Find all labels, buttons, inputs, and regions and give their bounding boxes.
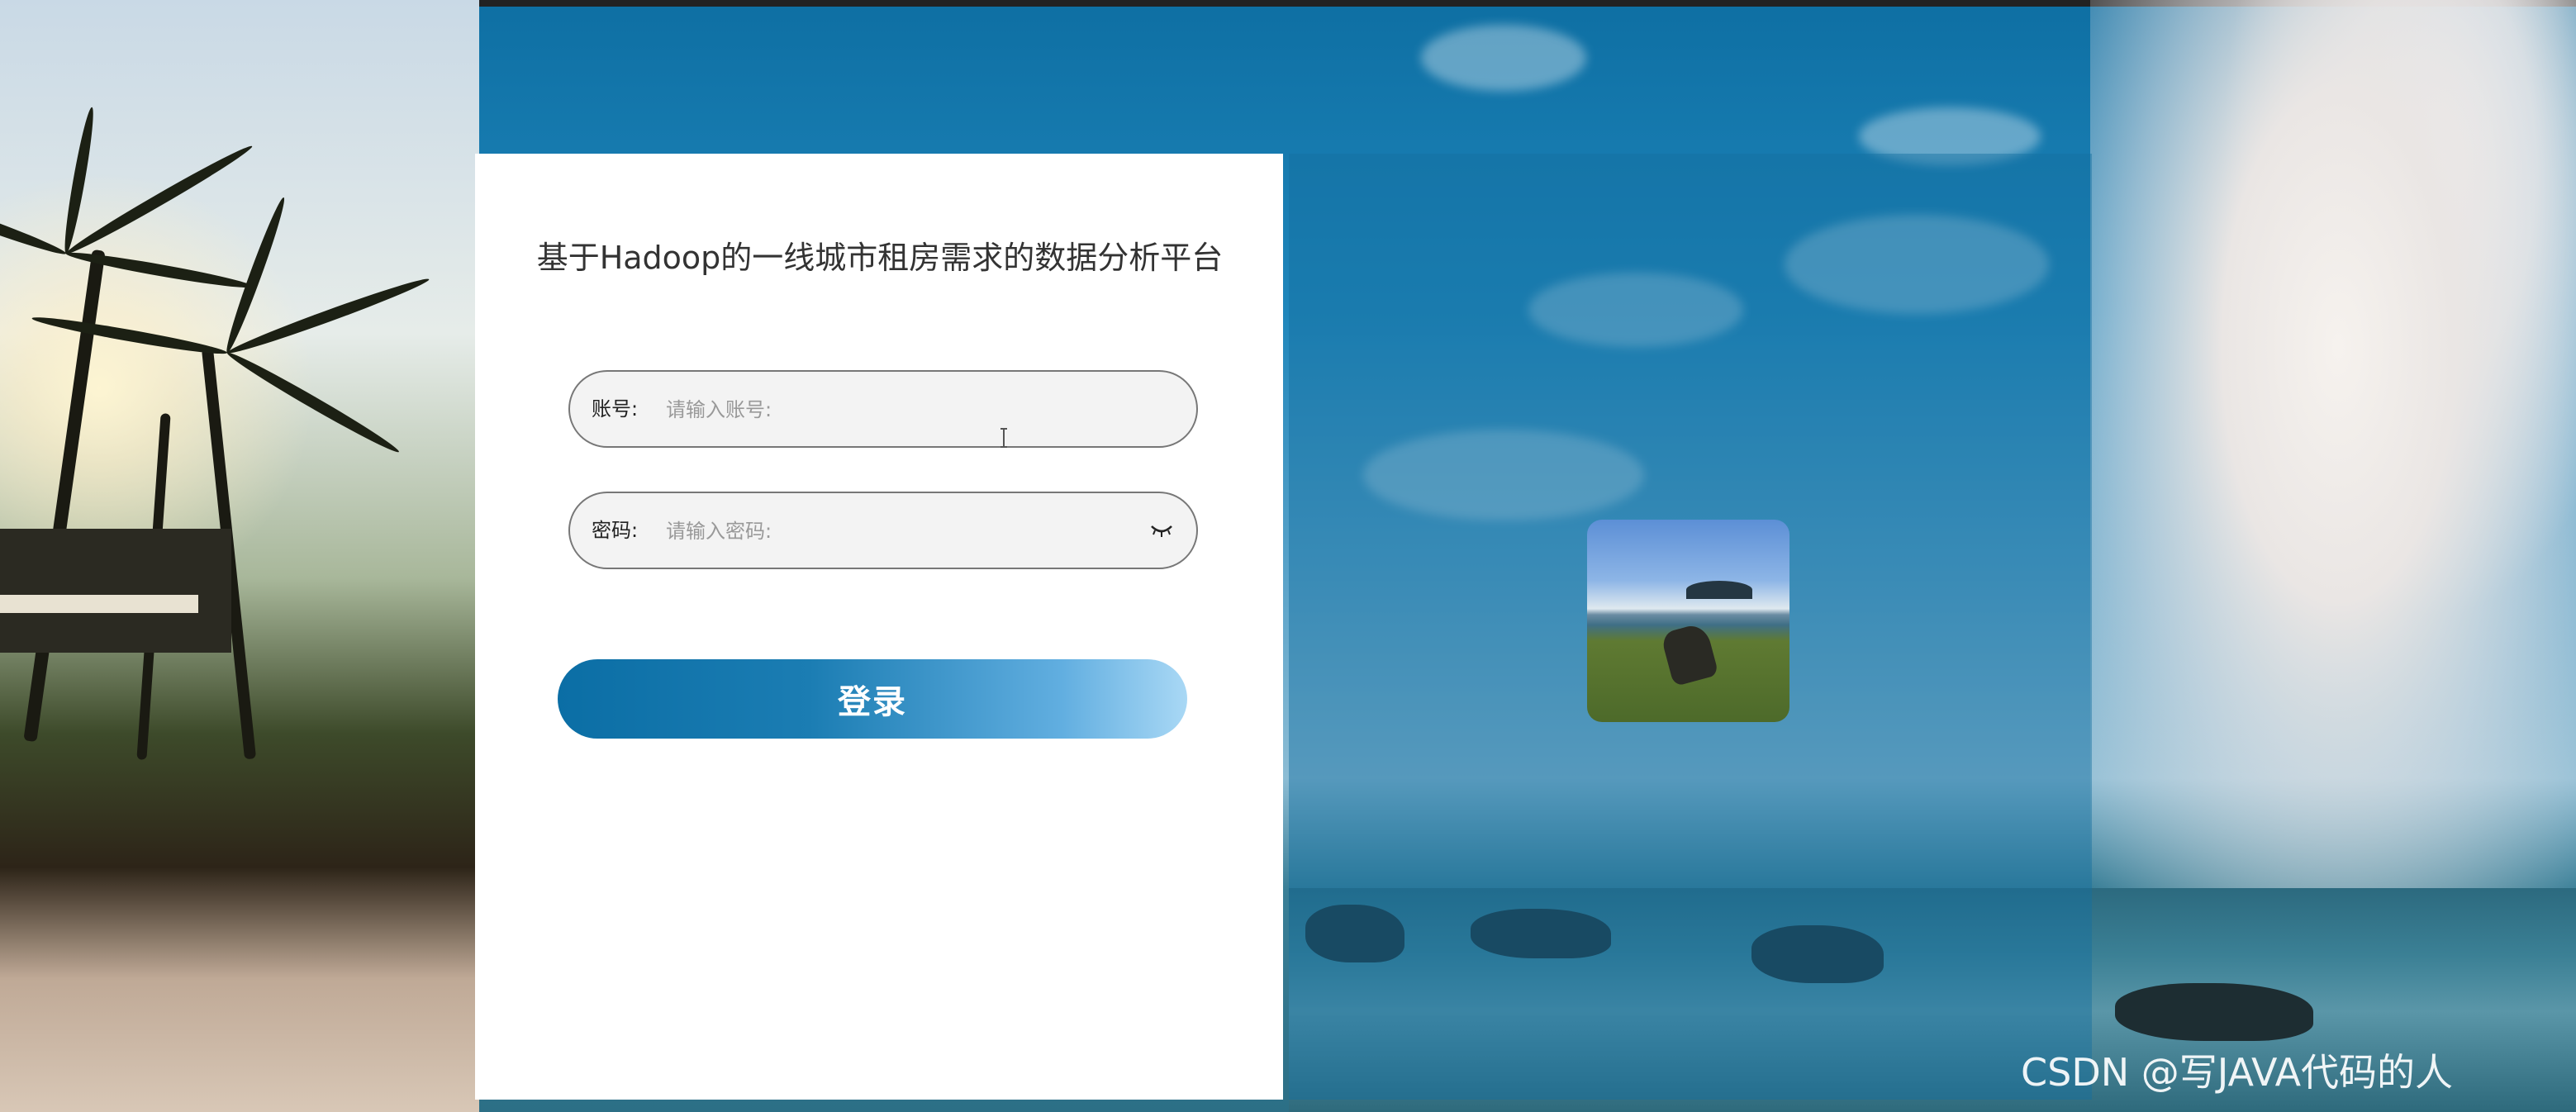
page-title: 基于Hadoop的一线城市租房需求的数据分析平台 [536,240,1224,276]
account-field[interactable]: 账号: [568,370,1198,448]
background-clouds [2090,0,2576,892]
text-cursor-icon [1000,427,1008,449]
person-shape [1660,621,1719,687]
password-input[interactable] [664,493,1130,569]
watermark: CSDN @写JAVA代码的人 [2021,1050,2454,1095]
beach-hut-window [0,595,198,613]
beach-hut [0,529,231,653]
avatar-image [1587,520,1789,722]
palm-frond [60,106,98,255]
password-field[interactable]: 密码: [568,492,1198,569]
palm-frond [0,186,69,259]
palm-frond [63,140,255,259]
account-label: 账号: [592,397,639,421]
login-card: 基于Hadoop的一线城市租房需求的数据分析平台 账号: 密码: 登录 [475,154,1283,1100]
account-input[interactable] [664,372,1130,448]
password-label: 密码: [592,519,639,542]
island-shape [1686,581,1752,599]
background-beach [0,0,479,1112]
cloud [1421,25,1586,91]
login-button[interactable]: 登录 [558,659,1187,739]
palm-frond [31,312,229,359]
palm-frond [224,347,402,458]
eye-closed-icon[interactable] [1150,521,1173,539]
rock [2115,983,2313,1041]
login-page: 基于Hadoop的一线城市租房需求的数据分析平台 账号: 密码: 登录 [0,0,2576,1112]
